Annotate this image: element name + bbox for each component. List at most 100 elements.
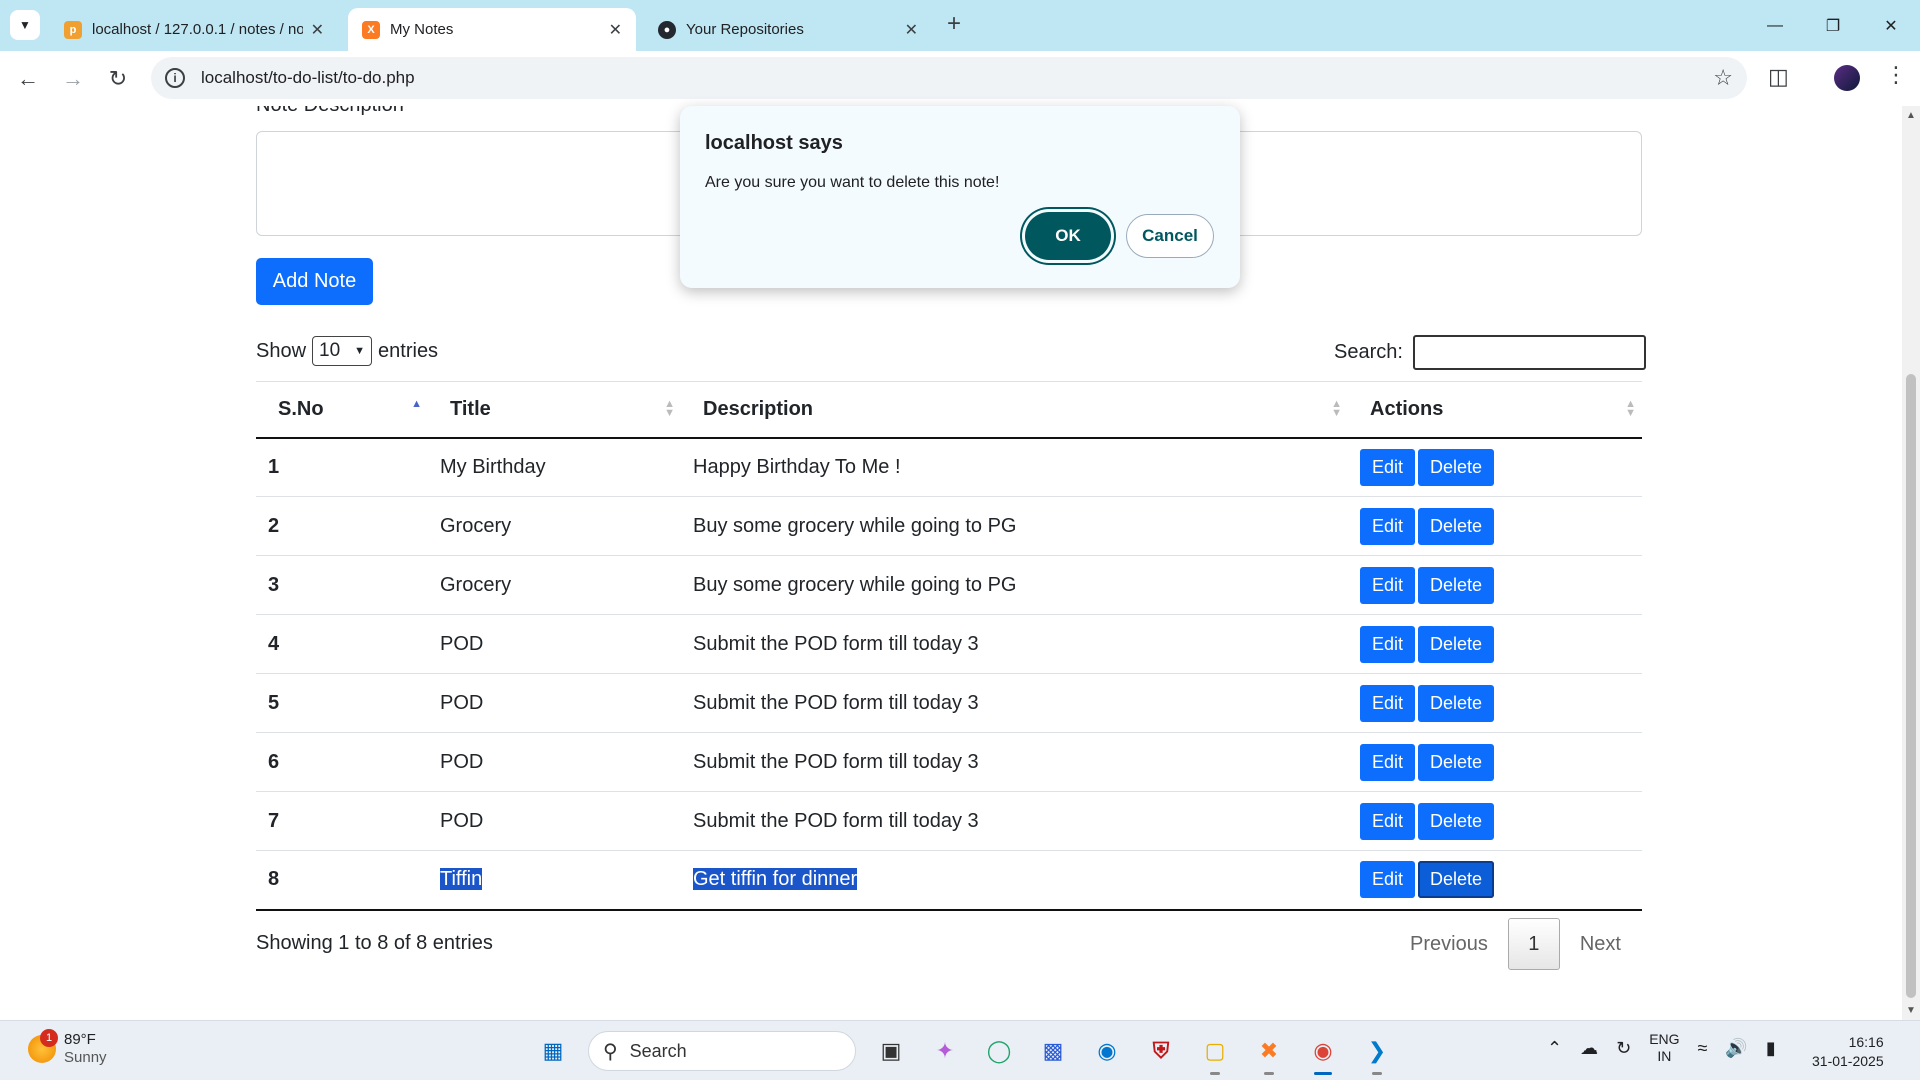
cell-description: Submit the POD form till today 3 bbox=[681, 791, 1348, 851]
edit-button[interactable]: Edit bbox=[1360, 448, 1416, 486]
tab-repositories[interactable]: ● Your Repositories ✕ bbox=[644, 8, 932, 51]
address-bar[interactable]: i localhost/to-do-list/to-do.php ☆ bbox=[151, 57, 1747, 99]
add-note-button[interactable]: Add Note bbox=[256, 258, 373, 305]
cell-sno: 4 bbox=[256, 614, 428, 674]
close-window-icon[interactable]: ✕ bbox=[1862, 0, 1920, 51]
delete-button[interactable]: Delete bbox=[1418, 802, 1495, 840]
chrome-icon[interactable]: ◉ bbox=[1303, 1031, 1343, 1075]
delete-button[interactable]: Delete bbox=[1418, 743, 1495, 781]
extensions-icon[interactable]: ◫ bbox=[1768, 64, 1789, 90]
dialog-title: localhost says bbox=[705, 132, 843, 154]
language-indicator[interactable]: ENG IN bbox=[1649, 1031, 1679, 1065]
window-controls: — ❐ ✕ bbox=[1746, 0, 1920, 51]
restore-icon[interactable]: ❐ bbox=[1804, 0, 1862, 51]
site-info-icon[interactable]: i bbox=[165, 68, 185, 88]
tab-search-button[interactable]: ▼ bbox=[10, 10, 40, 40]
cell-description: Buy some grocery while going to PG bbox=[681, 496, 1348, 556]
ok-button[interactable]: OK bbox=[1025, 212, 1111, 260]
close-tab-icon[interactable]: ✕ bbox=[609, 20, 622, 40]
tab-phpmyadmin[interactable]: p localhost / 127.0.0.1 / notes / no ✕ bbox=[50, 8, 338, 51]
vscode-icon[interactable]: ❯ bbox=[1357, 1031, 1397, 1075]
taskbar: 1 89°F Sunny ▦ ⚲ Search ▣ ✦ ◯ ▩ ◉ ⛨ ▢ ✖ … bbox=[0, 1020, 1920, 1080]
tab-title: Your Repositories bbox=[686, 21, 804, 38]
entries-select[interactable]: 10 ▼ bbox=[312, 336, 373, 366]
new-tab-button[interactable]: + bbox=[947, 12, 961, 36]
search-input[interactable] bbox=[1412, 335, 1646, 370]
header-label: Title bbox=[450, 397, 491, 420]
edit-button[interactable]: Edit bbox=[1360, 625, 1416, 663]
column-header-actions[interactable]: Actions ▲ ▼ bbox=[1348, 381, 1642, 439]
sync-icon[interactable]: ↻ bbox=[1616, 1038, 1631, 1059]
cell-title: Tiffin bbox=[428, 850, 681, 911]
dell-icon[interactable]: ◉ bbox=[1087, 1031, 1127, 1071]
cell-description: Get tiffin for dinner bbox=[681, 850, 1348, 911]
edit-button[interactable]: Edit bbox=[1360, 684, 1416, 722]
cancel-button[interactable]: Cancel bbox=[1126, 214, 1214, 258]
cell-sno: 8 bbox=[256, 850, 428, 911]
search-icon: ⚲ bbox=[603, 1040, 618, 1063]
copilot-icon[interactable]: ✦ bbox=[925, 1031, 965, 1071]
delete-button[interactable]: Delete bbox=[1418, 566, 1495, 604]
bookmark-star-icon[interactable]: ☆ bbox=[1713, 65, 1733, 91]
cell-actions: Edit Delete bbox=[1348, 437, 1642, 497]
page-button-current[interactable]: 1 bbox=[1507, 918, 1560, 970]
close-tab-icon[interactable]: ✕ bbox=[905, 20, 918, 40]
delete-button[interactable]: Delete bbox=[1418, 625, 1495, 663]
sun-icon: 1 bbox=[28, 1029, 58, 1063]
region-code: IN bbox=[1657, 1048, 1672, 1064]
scrollbar-thumb[interactable] bbox=[1906, 374, 1916, 998]
delete-button[interactable]: Delete bbox=[1418, 861, 1495, 899]
cell-sno: 3 bbox=[256, 555, 428, 615]
clock[interactable]: 16:16 31-01-2025 bbox=[1812, 1033, 1884, 1071]
file-explorer-icon[interactable]: ▢ bbox=[1195, 1031, 1235, 1075]
windows-start-icon[interactable]: ▦ bbox=[533, 1031, 573, 1071]
edge-icon[interactable]: ◯ bbox=[979, 1031, 1019, 1071]
column-header-description[interactable]: Description ▲ ▼ bbox=[681, 381, 1348, 439]
volume-icon[interactable]: 🔊 bbox=[1725, 1038, 1747, 1059]
scroll-up-icon[interactable]: ▲ bbox=[1906, 110, 1916, 121]
tab-my-notes[interactable]: X My Notes ✕ bbox=[348, 8, 636, 51]
delete-button[interactable]: Delete bbox=[1418, 684, 1495, 722]
sort-icon: ▲ ▼ bbox=[664, 398, 675, 419]
column-header-sno[interactable]: S.No ▲ bbox=[256, 381, 428, 439]
page-scrollbar[interactable]: ▲ ▼ bbox=[1902, 106, 1920, 1020]
chevron-up-icon[interactable]: ⌃ bbox=[1547, 1038, 1562, 1059]
phpmyadmin-icon: p bbox=[64, 20, 82, 39]
column-header-title[interactable]: Title ▲ ▼ bbox=[428, 381, 681, 439]
edit-button[interactable]: Edit bbox=[1360, 566, 1416, 604]
close-tab-icon[interactable]: ✕ bbox=[311, 20, 324, 40]
task-view-icon[interactable]: ▣ bbox=[871, 1031, 911, 1071]
edit-button[interactable]: Edit bbox=[1360, 743, 1416, 781]
back-icon[interactable]: ← bbox=[12, 63, 44, 95]
edit-button[interactable]: Edit bbox=[1360, 861, 1416, 899]
minimize-icon[interactable]: — bbox=[1746, 0, 1804, 51]
menu-dots-icon[interactable]: ⋮ bbox=[1885, 62, 1907, 88]
cell-sno: 7 bbox=[256, 791, 428, 851]
xampp-icon[interactable]: ✖ bbox=[1249, 1031, 1289, 1075]
taskbar-search[interactable]: ⚲ Search bbox=[588, 1031, 856, 1071]
forward-icon[interactable]: → bbox=[57, 63, 89, 95]
previous-button[interactable]: Previous bbox=[1390, 923, 1508, 966]
edit-button[interactable]: Edit bbox=[1360, 802, 1416, 840]
reload-icon[interactable]: ↻ bbox=[102, 63, 134, 95]
store-icon[interactable]: ▩ bbox=[1033, 1031, 1073, 1071]
url-text[interactable]: localhost/to-do-list/to-do.php bbox=[201, 68, 415, 88]
language-code: ENG bbox=[1649, 1031, 1680, 1047]
edit-button[interactable]: Edit bbox=[1360, 507, 1416, 545]
github-icon: ● bbox=[658, 20, 676, 39]
weather-widget[interactable]: 1 89°F Sunny bbox=[28, 1029, 107, 1067]
cell-description: Submit the POD form till today 3 bbox=[681, 673, 1348, 733]
mcafee-icon[interactable]: ⛨ bbox=[1141, 1031, 1181, 1071]
cell-actions: Edit Delete bbox=[1348, 614, 1642, 674]
wifi-icon[interactable]: ≈ bbox=[1698, 1038, 1708, 1059]
delete-button[interactable]: Delete bbox=[1418, 507, 1495, 545]
pagination: Previous 1 Next bbox=[1390, 918, 1641, 970]
avatar[interactable] bbox=[1834, 65, 1860, 91]
battery-icon[interactable]: ▮ bbox=[1766, 1038, 1776, 1059]
table-info: Showing 1 to 8 of 8 entries bbox=[256, 932, 493, 954]
delete-button[interactable]: Delete bbox=[1418, 448, 1495, 486]
onedrive-icon[interactable]: ☁ bbox=[1580, 1038, 1598, 1059]
cell-actions: Edit Delete bbox=[1348, 732, 1642, 792]
next-button[interactable]: Next bbox=[1560, 923, 1641, 966]
scroll-down-icon[interactable]: ▼ bbox=[1906, 1005, 1916, 1016]
